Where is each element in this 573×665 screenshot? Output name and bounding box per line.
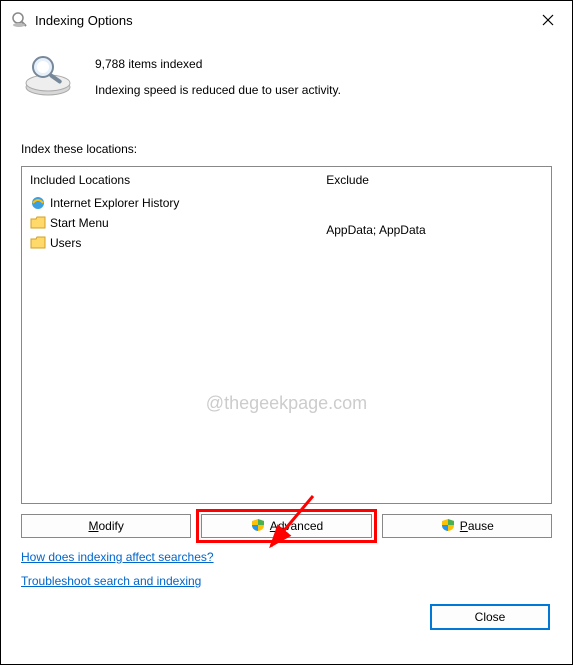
dialog-footer: Close bbox=[21, 604, 552, 630]
list-item[interactable]: Users bbox=[30, 233, 309, 253]
folder-icon bbox=[30, 215, 46, 231]
title-bar: Indexing Options bbox=[3, 3, 570, 37]
exclude-cell: AppData; AppData bbox=[326, 221, 543, 239]
shield-icon bbox=[250, 518, 266, 534]
location-name: Start Menu bbox=[50, 216, 109, 230]
advanced-button[interactable]: Advanced bbox=[201, 514, 371, 538]
list-item[interactable]: Internet Explorer History bbox=[30, 193, 309, 213]
index-locations-label: Index these locations: bbox=[21, 142, 552, 156]
location-name: Internet Explorer History bbox=[50, 196, 179, 210]
indexing-speed-text: Indexing speed is reduced due to user ac… bbox=[95, 83, 341, 97]
status-section: 9,788 items indexed Indexing speed is re… bbox=[21, 55, 552, 102]
pause-button[interactable]: Pause bbox=[382, 514, 552, 538]
help-links: How does indexing affect searches? Troub… bbox=[21, 550, 552, 598]
shield-icon bbox=[440, 518, 456, 534]
items-indexed-text: 9,788 items indexed bbox=[95, 57, 341, 71]
how-indexing-link[interactable]: How does indexing affect searches? bbox=[21, 550, 214, 564]
troubleshoot-link[interactable]: Troubleshoot search and indexing bbox=[21, 574, 201, 588]
close-button[interactable]: Close bbox=[430, 604, 550, 630]
folder-icon bbox=[30, 235, 46, 251]
window-title: Indexing Options bbox=[35, 13, 528, 28]
dialog-content: 9,788 items indexed Indexing speed is re… bbox=[3, 37, 570, 640]
list-item[interactable]: Start Menu bbox=[30, 213, 309, 233]
exclude-header[interactable]: Exclude bbox=[326, 173, 543, 191]
modify-button[interactable]: Modify bbox=[21, 514, 191, 538]
included-header[interactable]: Included Locations bbox=[30, 173, 309, 191]
location-name: Users bbox=[50, 236, 81, 250]
ie-icon bbox=[30, 195, 46, 211]
indexing-icon bbox=[11, 11, 29, 29]
button-row: Modify Advanced Pause bbox=[21, 514, 552, 538]
locations-table: Included Locations Internet Explorer His… bbox=[21, 166, 552, 504]
close-icon[interactable] bbox=[534, 9, 562, 31]
magnifier-disk-icon bbox=[21, 51, 75, 102]
